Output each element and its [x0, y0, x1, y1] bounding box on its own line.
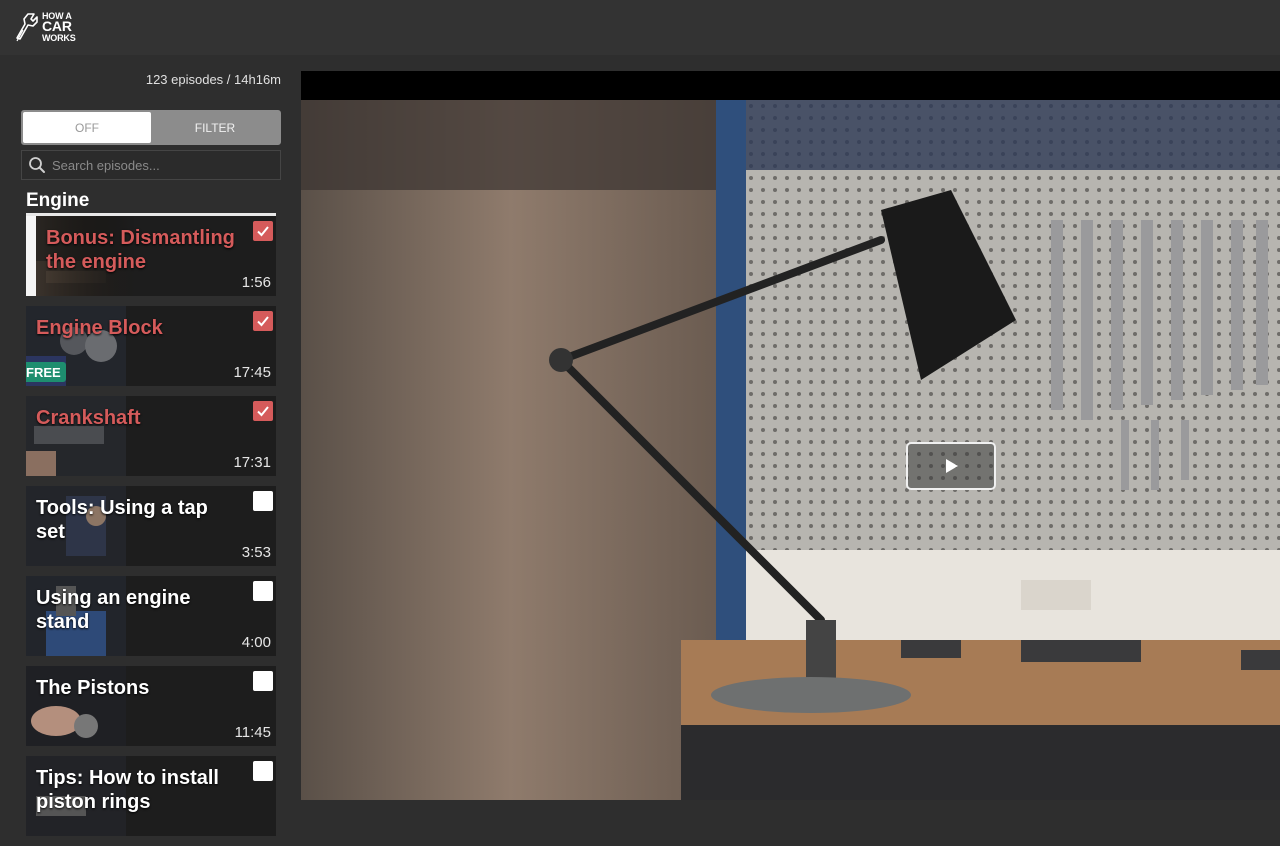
episode-title: Crankshaft	[36, 407, 141, 429]
free-badge: FREE	[26, 362, 66, 382]
brand-logo[interactable]: HOW A CAR WORKS	[14, 10, 84, 44]
episode-item[interactable]: Bonus: Dismantling the engine 1:56	[26, 216, 276, 296]
search-input[interactable]	[52, 157, 272, 173]
episode-duration: 1:56	[241, 274, 271, 291]
watched-checkbox[interactable]	[253, 671, 273, 691]
brand-wordmark: HOW A CAR WORKS	[42, 10, 76, 43]
toggle-off-option[interactable]: OFF	[23, 112, 151, 143]
episode-duration: 17:45	[233, 364, 271, 381]
checkmark-icon	[257, 316, 269, 327]
episode-item[interactable]: Tools: Using a tap set 3:53	[26, 486, 276, 566]
top-bar: HOW A CAR WORKS	[0, 0, 1280, 55]
episode-item[interactable]: Engine Block FREE 17:45	[26, 306, 276, 386]
search-box[interactable]	[21, 150, 281, 180]
play-button[interactable]	[906, 442, 996, 490]
checkmark-icon	[257, 406, 269, 417]
episode-title: Engine Block	[36, 317, 163, 339]
episode-duration: 4:00	[241, 634, 271, 651]
watched-checkbox[interactable]	[253, 581, 273, 601]
filter-toggle[interactable]: OFF FILTER	[21, 110, 281, 145]
search-icon	[29, 157, 45, 173]
episode-duration: 17:31	[233, 454, 271, 471]
episode-list: Bonus: Dismantling the engine 1:56 Engin…	[26, 216, 276, 846]
episode-duration: 3:53	[241, 544, 271, 561]
checkmark-icon	[257, 226, 269, 237]
watched-checkbox[interactable]	[253, 761, 273, 781]
episode-item[interactable]: Tips: How to install piston rings	[26, 756, 276, 836]
play-icon	[946, 459, 958, 473]
video-player[interactable]	[301, 71, 1280, 800]
video-frame	[301, 100, 1280, 800]
episode-title: Tools: Using a tap set	[36, 497, 208, 543]
episode-item[interactable]: The Pistons 11:45	[26, 666, 276, 746]
episode-title: Tips: How to install piston rings	[36, 767, 219, 813]
watched-checkbox[interactable]	[253, 401, 273, 421]
episode-count: 123 episodes / 14h16m	[145, 72, 281, 87]
episode-item[interactable]: Crankshaft 17:31	[26, 396, 276, 476]
watched-checkbox[interactable]	[253, 221, 273, 241]
episode-title: Using an engine stand	[36, 587, 191, 633]
episode-duration: 11:45	[234, 724, 271, 741]
episode-title: Bonus: Dismantling the engine	[46, 227, 235, 273]
episode-item[interactable]: Using an engine stand 4:00	[26, 576, 276, 656]
watched-checkbox[interactable]	[253, 491, 273, 511]
watched-checkbox[interactable]	[253, 311, 273, 331]
section-title: Engine	[26, 190, 90, 211]
toggle-filter-option[interactable]: FILTER	[151, 112, 279, 143]
episode-title: The Pistons	[36, 677, 150, 699]
sidebar: 123 episodes / 14h16m OFF FILTER Engine …	[0, 55, 300, 836]
wrench-logo-icon	[16, 13, 38, 42]
